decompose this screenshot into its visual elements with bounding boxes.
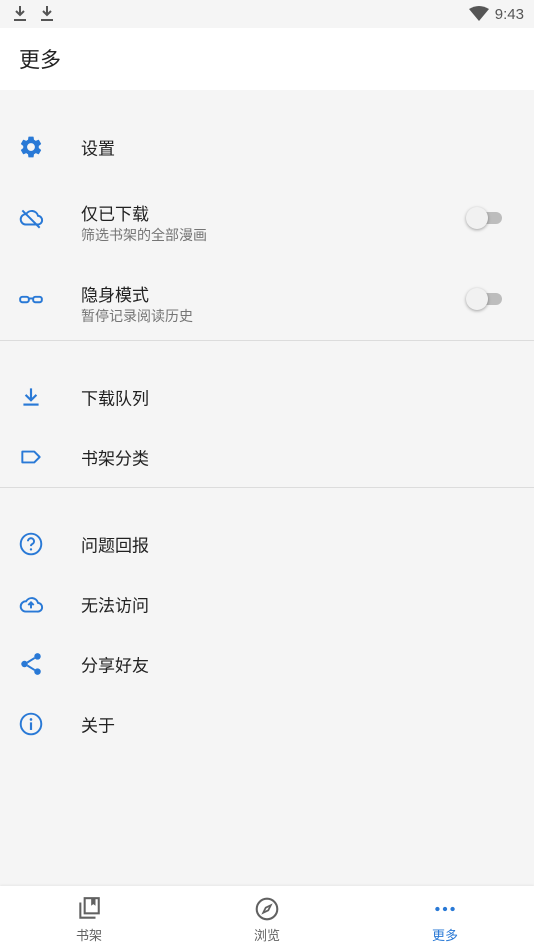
info-icon [19, 712, 43, 736]
more-horiz-icon [435, 906, 455, 912]
menu-label: 设置 [81, 139, 115, 160]
page-title: 更多 [19, 48, 61, 72]
nav-label: 书架 [75, 929, 102, 944]
toggle-thumb [466, 288, 488, 310]
library-icon [79, 897, 100, 919]
menu-label: 关于 [81, 716, 115, 737]
menu-item-cannot-access[interactable]: 无法访问 [0, 574, 534, 634]
cloud-off-icon [19, 209, 44, 229]
downloaded-only-toggle[interactable] [466, 206, 504, 230]
nav-label: 更多 [431, 929, 458, 944]
wifi-icon [468, 6, 489, 21]
nav-item-more[interactable]: 更多 [356, 886, 534, 949]
menu-item-share[interactable]: 分享好友 [0, 634, 534, 694]
menu-item-incognito[interactable]: 隐身模式 暂停记录阅读历史 [0, 269, 534, 329]
nav-item-browse[interactable]: 浏览 [178, 886, 356, 949]
compass-icon [255, 897, 279, 921]
nav-label: 浏览 [253, 929, 280, 944]
menu-item-categories[interactable]: 书架分类 [0, 427, 534, 487]
menu-item-download-queue[interactable]: 下载队列 [0, 367, 534, 427]
glasses-icon [19, 295, 43, 304]
gear-icon [20, 136, 42, 158]
nav-item-library[interactable]: 书架 [0, 886, 178, 949]
share-icon [21, 653, 41, 675]
menu-label: 隐身模式 [81, 286, 149, 306]
menu-sublabel: 暂停记录阅读历史 [81, 309, 193, 325]
menu-item-feedback[interactable]: 问题回报 [0, 514, 534, 574]
status-time: 9:43 [494, 5, 524, 23]
status-bar: 9:43 [0, 0, 534, 28]
menu-label: 无法访问 [81, 596, 149, 617]
download-icon [41, 6, 53, 21]
app-bar: 更多 [0, 28, 534, 90]
divider [0, 487, 534, 488]
help-icon [19, 532, 43, 556]
bottom-nav: 书架 浏览 更多 [0, 886, 534, 949]
menu-label: 仅已下载 [81, 205, 149, 225]
menu-item-downloaded-only[interactable]: 仅已下载 筛选书架的全部漫画 [0, 188, 534, 248]
incognito-toggle[interactable] [466, 287, 504, 311]
divider [0, 340, 534, 341]
menu-label: 问题回报 [81, 536, 149, 557]
menu-item-about[interactable]: 关于 [0, 694, 534, 754]
label-icon [21, 450, 41, 464]
download-icon [23, 388, 39, 406]
download-icon [14, 6, 26, 21]
menu-label: 书架分类 [81, 449, 149, 470]
menu-item-settings[interactable]: 设置 [0, 117, 534, 177]
menu-sublabel: 筛选书架的全部漫画 [81, 228, 207, 244]
toggle-thumb [466, 207, 488, 229]
cloud-upload-icon [19, 597, 44, 613]
menu-label: 下载队列 [81, 389, 149, 410]
menu-label: 分享好友 [81, 656, 149, 677]
